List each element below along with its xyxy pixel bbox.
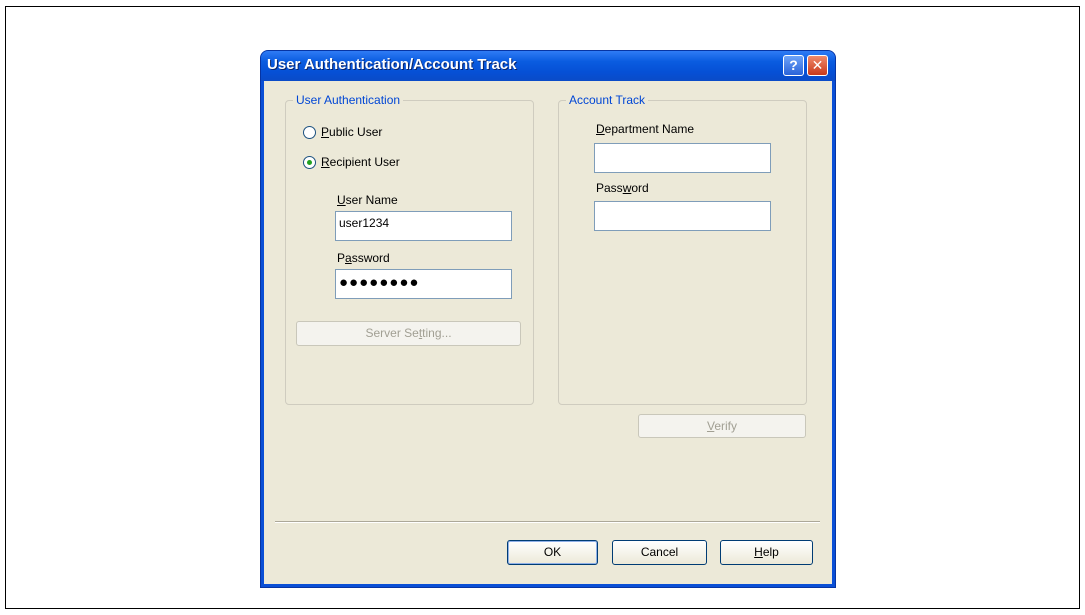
help-icon[interactable]: ? [783,55,804,76]
dialog-body: User Authentication Public User Recipien… [264,81,832,584]
dialog-title: User Authentication/Account Track [267,56,517,73]
user-password-label: Password [337,251,390,265]
department-name-label: Department Name [596,122,695,136]
user-authentication-legend: User Authentication [293,93,404,107]
public-user-radio[interactable] [303,126,316,139]
user-password-input[interactable]: ●●●●●●●● [335,269,512,299]
recipient-user-radio[interactable] [303,156,316,169]
footer-separator [275,521,820,523]
user-authentication-group: User Authentication [285,93,534,405]
user-name-input[interactable]: user1234 [335,211,512,241]
server-setting-button[interactable]: Server Setting... [296,321,521,346]
user-name-label: User Name [337,193,398,207]
help-button[interactable]: Help [720,540,813,565]
title-bar[interactable]: User Authentication/Account Track ? ✕ [261,51,835,81]
account-password-input[interactable] [594,201,771,231]
account-track-legend: Account Track [566,93,649,107]
radio-selected-dot [307,160,312,165]
ok-button[interactable]: OK [507,540,598,565]
recipient-user-label[interactable]: Recipient User [321,155,400,169]
account-password-label: Password [596,181,649,195]
auth-dialog: User Authentication/Account Track ? ✕ Us… [261,51,835,587]
close-icon[interactable]: ✕ [807,55,828,76]
verify-button[interactable]: Verify [638,414,806,438]
department-name-input[interactable] [594,143,771,173]
public-user-label[interactable]: Public User [321,125,382,139]
cancel-button[interactable]: Cancel [612,540,707,565]
